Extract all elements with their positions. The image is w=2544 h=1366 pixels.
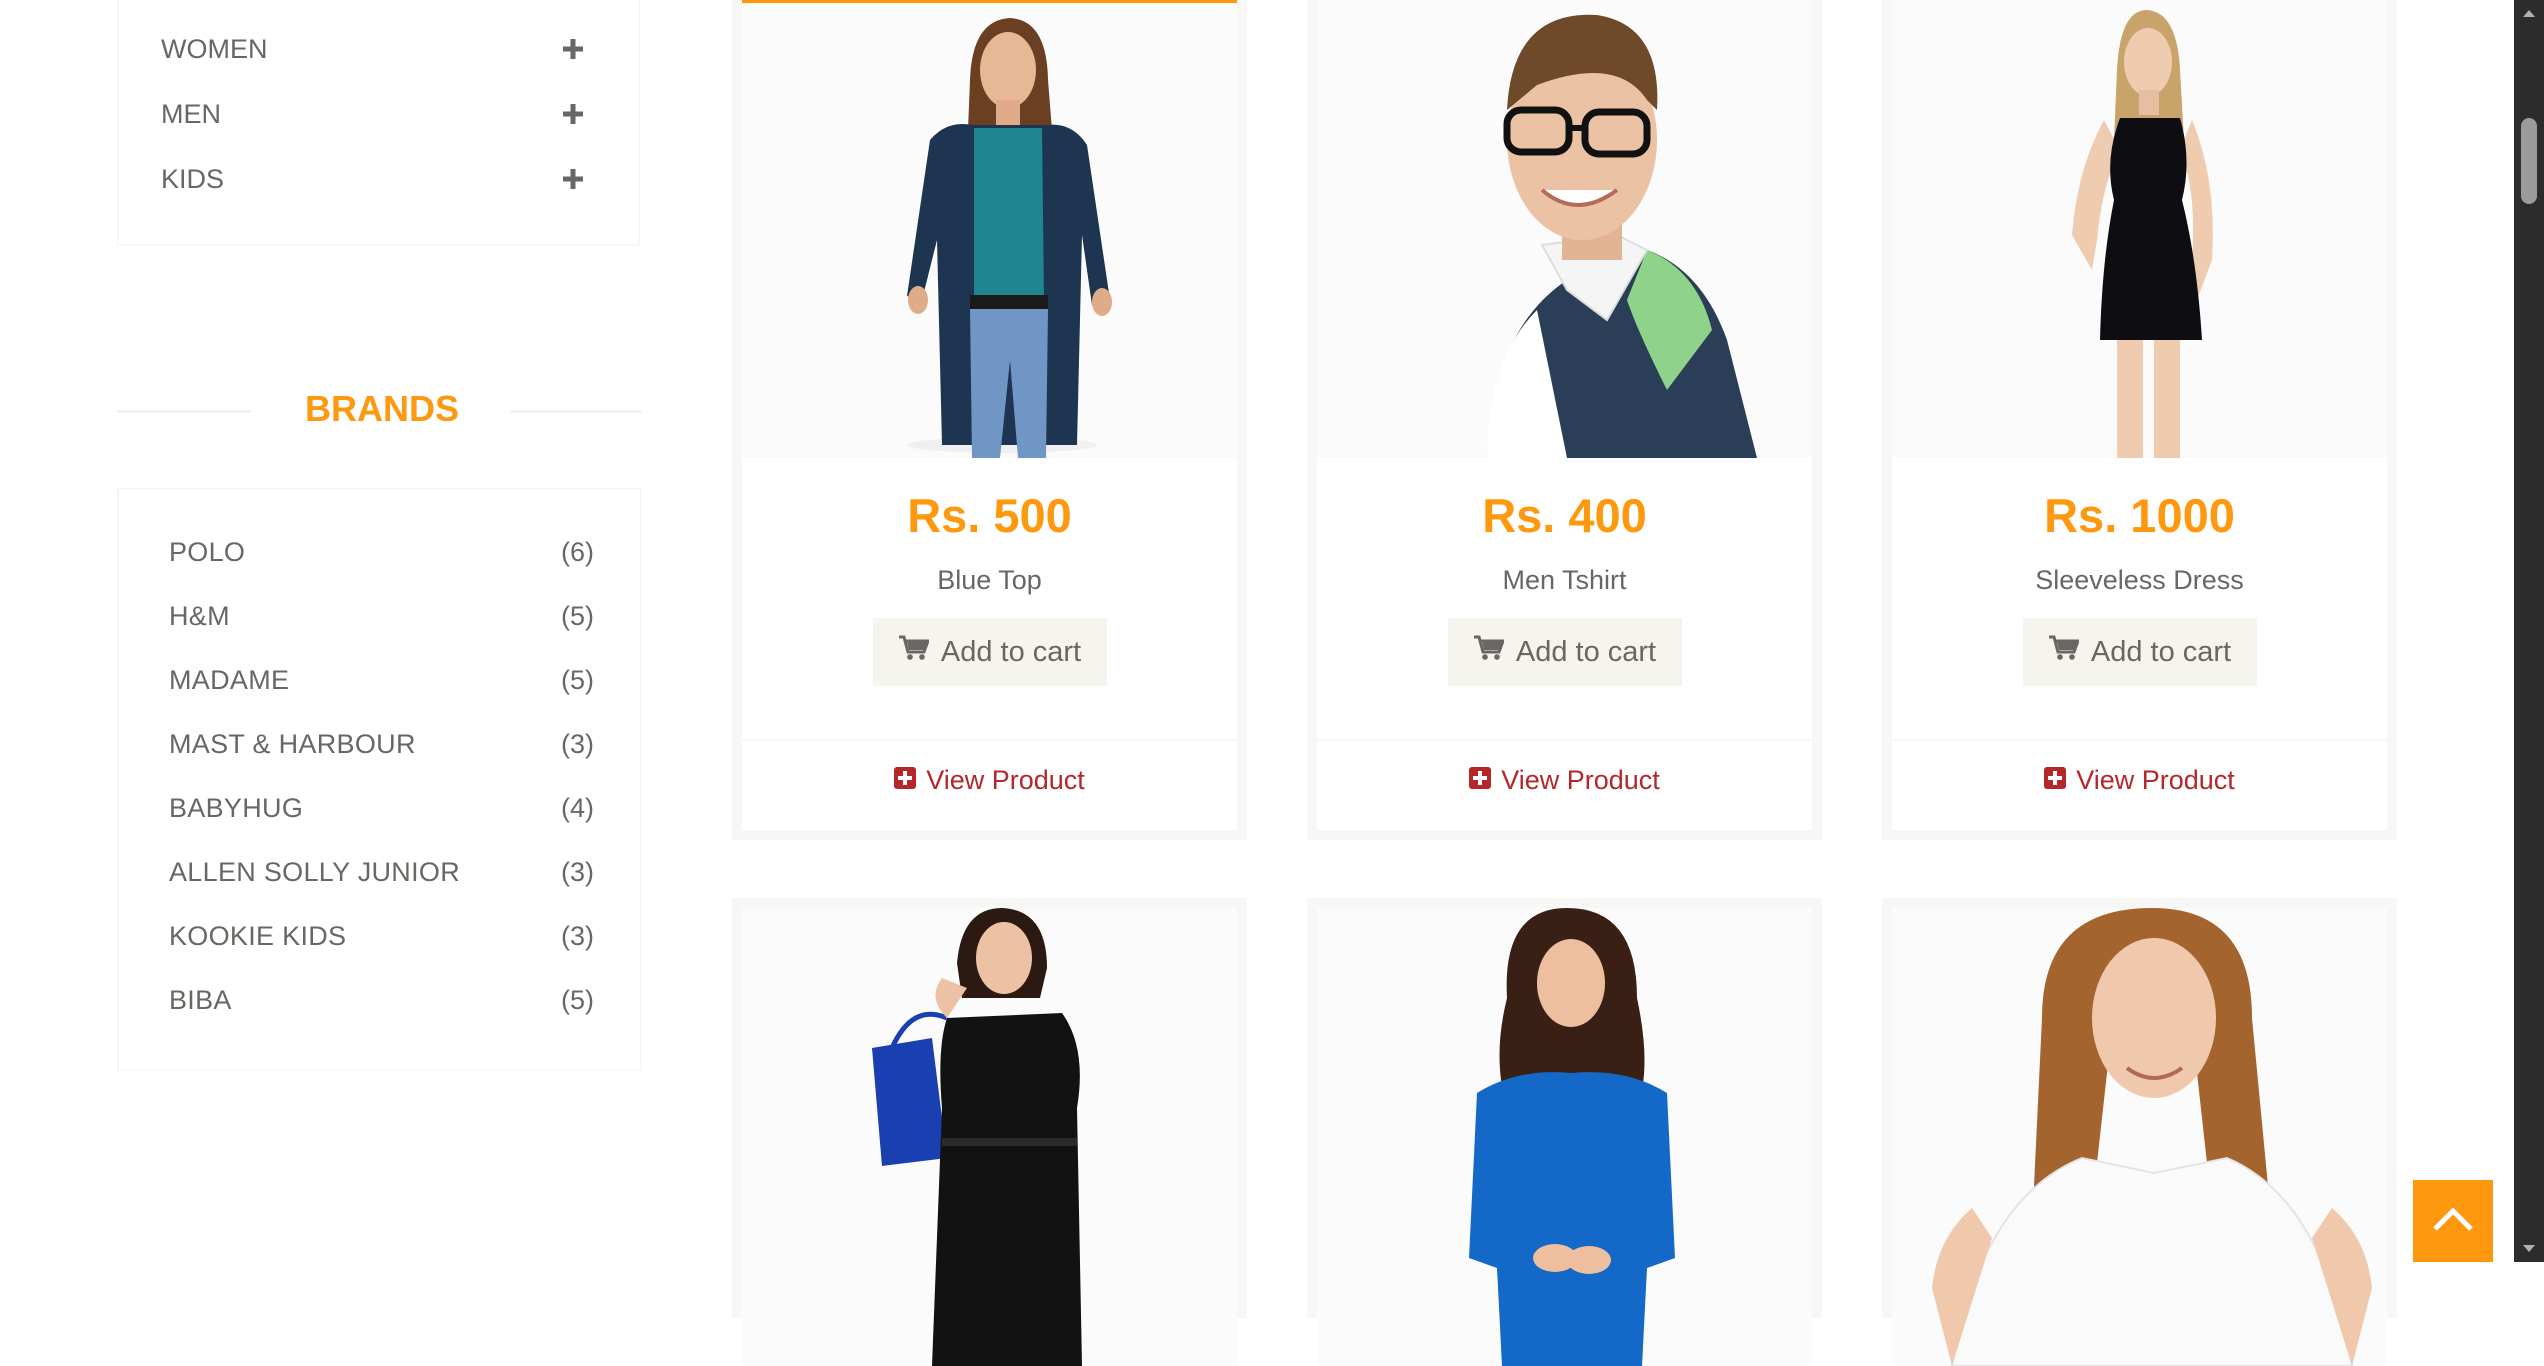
product-image <box>1892 0 2387 458</box>
add-to-cart-button[interactable]: Add to cart <box>873 618 1107 686</box>
card-divider <box>1892 739 2387 741</box>
product-card <box>1882 898 2397 1366</box>
category-men[interactable]: MEN <box>161 94 591 134</box>
category-panel: WOMEN MEN KIDS <box>117 0 640 246</box>
category-women[interactable]: WOMEN <box>161 29 591 69</box>
product-name: Sleeveless Dress <box>2035 565 2244 595</box>
product-price: Rs. 400 <box>1482 489 1647 542</box>
brand-name: BABYHUG <box>169 792 304 823</box>
add-to-cart-label: Add to cart <box>2090 635 2232 668</box>
view-product-label: View Product <box>926 764 1085 795</box>
brand-item-biba[interactable]: BIBA (5) <box>169 978 594 1022</box>
brand-count: (5) <box>561 600 594 631</box>
brand-item-kookie-kids[interactable]: KOOKIE KIDS (3) <box>169 914 594 958</box>
brand-name: KOOKIE KIDS <box>169 920 347 951</box>
view-product-label: View Product <box>2076 764 2235 795</box>
product-price: Rs. 1000 <box>2044 489 2235 542</box>
chevron-up-icon <box>2432 1206 2474 1237</box>
scroll-up-arrow-icon[interactable] <box>2514 0 2544 26</box>
view-product-label: View Product <box>1501 764 1660 795</box>
plus-icon[interactable] <box>555 31 591 67</box>
brand-item-hm[interactable]: H&M (5) <box>169 594 594 638</box>
plus-icon[interactable] <box>555 161 591 197</box>
brand-name: MADAME <box>169 664 290 695</box>
brand-item-mast-harbour[interactable]: MAST & HARBOUR (3) <box>169 722 594 766</box>
product-price: Rs. 500 <box>907 489 1072 542</box>
product-image <box>742 908 1237 1366</box>
add-to-cart-label: Add to cart <box>940 635 1082 668</box>
heading-divider <box>510 410 642 413</box>
brand-count: (3) <box>561 856 594 887</box>
plus-square-icon <box>1469 765 1492 796</box>
category-label: KIDS <box>161 163 225 194</box>
brand-item-allen-solly-junior[interactable]: ALLEN SOLLY JUNIOR (3) <box>169 850 594 894</box>
brands-heading: BRANDS <box>117 380 642 440</box>
add-to-cart-button[interactable]: Add to cart <box>2023 618 2257 686</box>
hover-accent-bar <box>742 0 1237 3</box>
plus-square-icon <box>2044 765 2067 796</box>
product-image <box>1317 908 1812 1366</box>
brands-title: BRANDS <box>304 388 459 429</box>
brand-item-polo[interactable]: POLO (6) <box>169 530 594 574</box>
brand-count: (6) <box>561 536 594 567</box>
brand-count: (4) <box>561 792 594 823</box>
product-image <box>1892 908 2387 1366</box>
brand-item-babyhug[interactable]: BABYHUG (4) <box>169 786 594 830</box>
brand-name: H&M <box>169 600 230 631</box>
brand-count: (3) <box>561 728 594 759</box>
shopping-cart-icon <box>1473 635 1506 669</box>
shopping-cart-icon <box>2048 635 2081 669</box>
product-image <box>742 0 1237 458</box>
product-image <box>1317 0 1812 458</box>
brand-name: MAST & HARBOUR <box>169 728 416 759</box>
add-to-cart-label: Add to cart <box>1515 635 1657 668</box>
scrollbar-thumb[interactable] <box>2521 118 2537 204</box>
brand-item-madame[interactable]: MADAME (5) <box>169 658 594 702</box>
category-kids[interactable]: KIDS <box>161 159 591 199</box>
brand-count: (3) <box>561 920 594 951</box>
scroll-down-arrow-icon[interactable] <box>2514 1236 2544 1262</box>
card-divider <box>742 739 1237 741</box>
brand-name: POLO <box>169 536 246 567</box>
product-card: Rs. 1000 Sleeveless Dress Add to cart Vi… <box>1882 0 2397 840</box>
brands-panel: POLO (6) H&M (5) MADAME (5) MAST & HARBO… <box>117 488 642 1071</box>
brand-count: (5) <box>561 984 594 1015</box>
product-card <box>732 898 1247 1366</box>
product-name: Men Tshirt <box>1502 565 1627 595</box>
view-product-link[interactable]: View Product <box>1892 760 2387 800</box>
brand-count: (5) <box>561 664 594 695</box>
add-to-cart-button[interactable]: Add to cart <box>1448 618 1682 686</box>
plus-icon[interactable] <box>555 96 591 132</box>
page-scrollbar[interactable] <box>2514 0 2544 1262</box>
category-label: MEN <box>161 98 221 129</box>
shopping-cart-icon <box>898 635 931 669</box>
product-card: Rs. 500 Blue Top Add to cart View Produc… <box>732 0 1247 840</box>
heading-divider <box>117 410 251 413</box>
plus-square-icon <box>894 765 917 796</box>
category-label: WOMEN <box>161 33 268 64</box>
brand-name: ALLEN SOLLY JUNIOR <box>169 856 461 887</box>
scroll-to-top-button[interactable] <box>2413 1180 2493 1262</box>
product-card: Rs. 400 Men Tshirt Add to cart View Prod… <box>1307 0 1822 840</box>
view-product-link[interactable]: View Product <box>1317 760 1812 800</box>
product-card <box>1307 898 1822 1366</box>
view-product-link[interactable]: View Product <box>742 760 1237 800</box>
brand-name: BIBA <box>169 984 232 1015</box>
product-name: Blue Top <box>937 565 1042 595</box>
card-divider <box>1317 739 1812 741</box>
